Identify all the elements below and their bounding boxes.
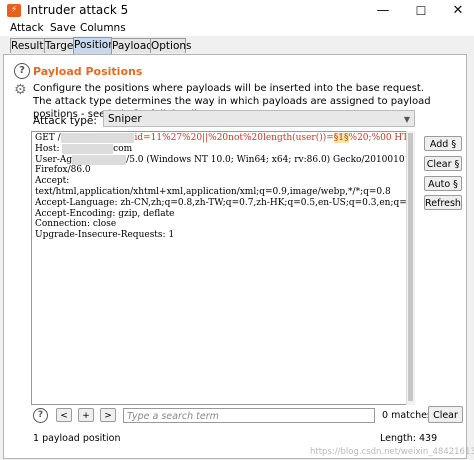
positions-panel: ? ⚙ Payload Positions Configure the posi… <box>3 54 474 459</box>
gear-icon[interactable]: ⚙ <box>14 83 28 97</box>
search-clear-button[interactable]: Clear <box>428 406 463 423</box>
section-title: Payload Positions <box>33 65 143 78</box>
tab-positions[interactable]: Positions <box>73 37 120 54</box>
request-editor[interactable]: GET /news.show.php?id=11%27%20||%20not%2… <box>31 131 414 405</box>
clear-markers-button[interactable]: Clear § <box>424 156 462 171</box>
editor-vertical-scrollbar[interactable] <box>406 131 415 405</box>
redacted-ua: ent: Mozilla <box>72 154 127 165</box>
tab-bar: Results Target Positions Payloads Option… <box>0 36 474 54</box>
chevron-down-icon: ▼ <box>403 115 410 124</box>
attack-type-select[interactable]: Sniper ▼ <box>103 110 415 127</box>
search-add-button[interactable]: + <box>78 408 94 422</box>
tab-payloads[interactable]: Payloads <box>111 38 158 53</box>
watermark: https://blog.csdn.net/weixin_48421613 <box>310 447 474 457</box>
menu-columns[interactable]: Columns <box>80 22 126 34</box>
payload-position-count: 1 payload position <box>33 433 121 444</box>
attack-type-label: Attack type: <box>33 115 97 127</box>
scrollbar-thumb[interactable] <box>408 133 413 401</box>
add-marker-button[interactable]: Add § <box>424 136 462 151</box>
auto-markers-button[interactable]: Auto § <box>424 176 462 191</box>
tab-results[interactable]: Results <box>10 38 49 53</box>
request-text: GET /news.show.php?id=11%27%20||%20not%2… <box>35 133 414 241</box>
search-next-button[interactable]: > <box>100 408 116 422</box>
menu-save[interactable]: Save <box>50 22 76 34</box>
help-icon[interactable]: ? <box>14 63 30 79</box>
search-help-icon[interactable]: ? <box>33 408 48 423</box>
search-input[interactable]: Type a search term <box>123 408 375 423</box>
refresh-button[interactable]: Refresh <box>424 195 462 210</box>
payload-marker: §1§ <box>333 133 349 143</box>
match-count: 0 matches <box>382 410 432 421</box>
menu-bar: Attack Save Columns <box>0 22 474 36</box>
window-title: Intruder attack 5 <box>27 3 129 17</box>
request-length: Length: 439 <box>380 433 438 444</box>
burp-app-icon: ⚡ <box>7 4 21 17</box>
close-button[interactable]: ✕ <box>443 1 473 21</box>
search-prev-button[interactable]: < <box>56 408 72 422</box>
redacted-path: news.show.php? <box>60 133 135 143</box>
title-bar: ⚡ Intruder attack 5 — ☐ ✕ <box>0 0 474 22</box>
attack-type-value: Sniper <box>108 113 142 125</box>
tab-options[interactable]: Options <box>150 38 192 53</box>
redacted-host: xxxxxxxxxx <box>62 143 114 154</box>
tab-target[interactable]: Target <box>44 38 77 53</box>
minimize-button[interactable]: — <box>368 1 398 21</box>
menu-attack[interactable]: Attack <box>10 22 44 34</box>
maximize-button[interactable]: ☐ <box>406 1 436 21</box>
